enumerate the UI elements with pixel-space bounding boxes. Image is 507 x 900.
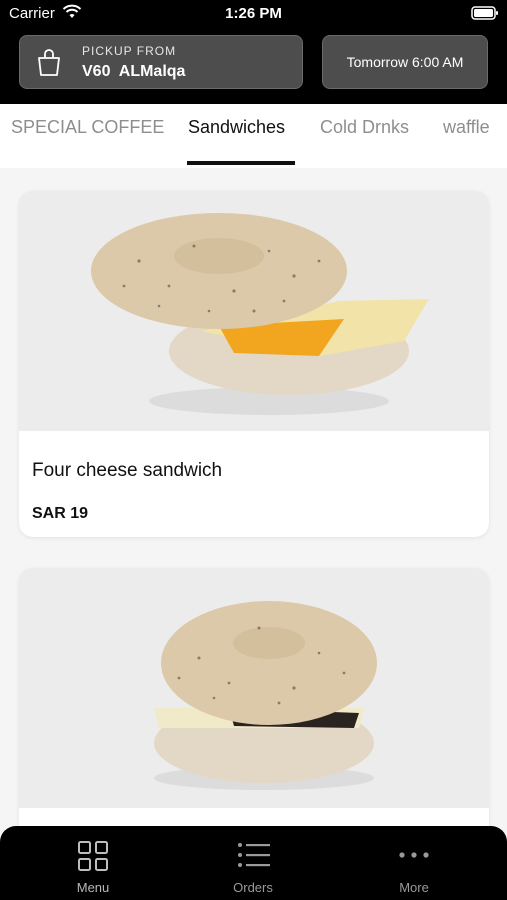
pickup-time-label: Tomorrow 6:00 AM [346, 54, 464, 70]
shopping-bag-icon [38, 49, 60, 76]
pickup-label: PICKUP FROM [82, 44, 177, 58]
product-card[interactable]: Four cheese sandwich SAR 19 [19, 191, 489, 537]
nav-more-label: More [399, 880, 429, 895]
battery-icon [471, 6, 498, 20]
product-price: SAR 19 [32, 505, 89, 522]
header: Carrier 1:26 PM PICKUP FROM V60 ALMalqa … [0, 0, 507, 104]
category-tabs: SPECIAL COFFEE Sandwiches Cold Drnks waf… [0, 104, 507, 168]
nav-more[interactable]: More [354, 826, 474, 900]
nav-orders[interactable]: Orders [193, 826, 313, 900]
nav-orders-label: Orders [233, 880, 273, 895]
product-name: Four cheese sandwich [32, 460, 223, 481]
pickup-location-button[interactable]: PICKUP FROM V60 ALMalqa [19, 35, 303, 89]
product-image [19, 191, 489, 431]
more-dots-icon [399, 852, 429, 858]
tab-waffle[interactable]: waffle [443, 117, 490, 138]
bottom-navigation: Menu Orders More [0, 826, 507, 900]
tab-cold-drinks[interactable]: Cold Drnks [320, 117, 409, 138]
product-image [19, 568, 489, 808]
tab-sandwiches[interactable]: Sandwiches [188, 117, 285, 138]
active-tab-indicator [187, 161, 295, 165]
nav-menu[interactable]: Menu [33, 826, 153, 900]
store-name: V60 ALMalqa [82, 63, 186, 80]
pickup-time-button[interactable]: Tomorrow 6:00 AM [322, 35, 488, 89]
product-card[interactable] [19, 568, 489, 868]
clock: 1:26 PM [225, 5, 282, 22]
status-bar: Carrier 1:26 PM [0, 0, 507, 28]
nav-menu-label: Menu [76, 880, 110, 895]
grid-icon [78, 841, 108, 871]
tab-special-coffee[interactable]: SPECIAL COFFEE [11, 117, 164, 138]
list-icon [238, 843, 270, 867]
